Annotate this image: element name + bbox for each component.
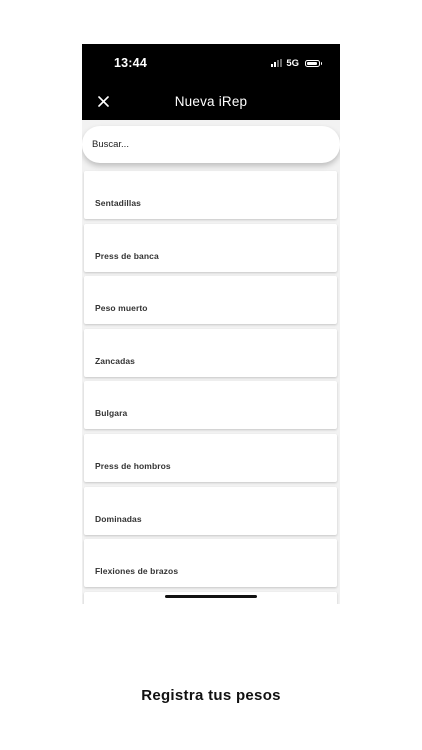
network-label: 5G xyxy=(286,57,299,69)
list-item-label: Dominadas xyxy=(95,513,142,524)
list-item[interactable]: Press de banca xyxy=(84,223,337,272)
list-item-label: Peso muerto xyxy=(95,303,148,314)
promo-caption: Registra tus pesos xyxy=(141,687,281,704)
status-time: 13:44 xyxy=(114,56,147,70)
status-indicators: 5G xyxy=(271,57,322,69)
home-indicator[interactable] xyxy=(165,595,257,598)
list-item[interactable]: Zancadas xyxy=(84,328,337,377)
list-item[interactable]: Dominadas xyxy=(84,486,337,535)
list-item-label: Bulgara xyxy=(95,408,128,419)
battery-icon xyxy=(305,59,322,67)
list-item-label: Sentadillas xyxy=(95,198,141,208)
list-item-label: Flexiones de brazos xyxy=(95,566,179,577)
search-input[interactable] xyxy=(92,126,322,163)
exercise-list: Sentadillas Press de banca Peso muerto Z… xyxy=(84,171,337,604)
page: 13:44 5G Nueva iRep Buscar... Sentadilla… xyxy=(0,0,422,750)
list-item[interactable]: Peso muerto xyxy=(84,276,337,325)
status-bar: 13:44 5G xyxy=(82,44,340,82)
list-item[interactable]: Bulgara xyxy=(84,381,337,430)
list-item-label: Press de hombros xyxy=(95,460,171,471)
list-item-label: Zancadas xyxy=(95,355,136,366)
page-title: Nueva iRep xyxy=(174,94,248,109)
list-item[interactable]: Flexiones de brazos xyxy=(84,539,337,588)
nav-bar: Nueva iRep xyxy=(82,82,340,120)
list-item[interactable]: Press de hombros xyxy=(84,433,337,482)
signal-icon xyxy=(271,59,283,67)
phone-screen: 13:44 5G Nueva iRep Buscar... Sentadilla… xyxy=(82,44,340,604)
list-item-label: Press de banca xyxy=(95,250,159,261)
search-bar xyxy=(82,126,340,163)
list-item[interactable]: Sentadillas xyxy=(84,171,337,219)
